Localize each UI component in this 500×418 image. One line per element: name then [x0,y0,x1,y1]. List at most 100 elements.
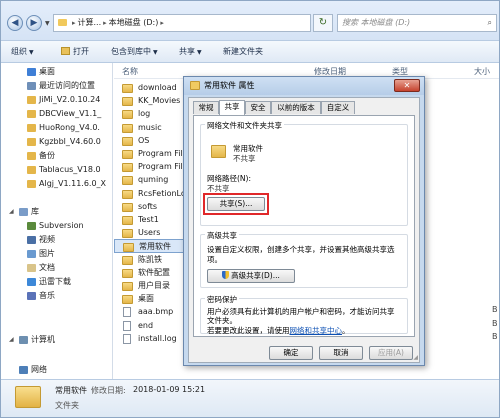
column-name[interactable]: 名称 [122,66,138,77]
apply-button[interactable]: 应用(A) [369,346,413,360]
recent-pages-chevron-icon[interactable]: ▼ [45,20,50,27]
tab-general[interactable]: 常规 [193,101,219,114]
network-sharing-center-link[interactable]: 网络和共享中心 [290,326,343,335]
advanced-sharing-group: 高级共享 设置自定义权限，创建多个共享，并设置其他高级共享选 项。 高级共享(D… [200,230,408,288]
command-bar: 组织 ▼ 打开 包含到库中 ▼ 共享 ▼ 新建文件夹 [1,41,499,63]
file-icon [123,320,131,331]
nav-computer[interactable]: ◢ 计算机 [1,333,112,347]
nav-lib-pictures[interactable]: 图片 [1,247,112,261]
status-date: 2018-01-09 15:21 [133,385,206,394]
nav-lib-documents[interactable]: 文档 [1,261,112,275]
picture-icon [27,250,36,258]
folder-icon [190,81,200,90]
status-date-label: 修改日期: [91,386,126,395]
share-label: 共享 [179,47,195,56]
video-icon [27,236,36,244]
nav-item-folder[interactable]: JiMi_V2.0.10.24 [1,93,112,107]
search-icon[interactable]: ⌕ [488,15,492,31]
dialog-title-bar[interactable]: 常用软件 属性 ✕ [184,77,424,95]
breadcrumb-drive[interactable]: 本地磁盘 (D:) [109,18,159,27]
folder-icon [58,19,67,26]
forward-button[interactable]: ▶ [26,15,42,31]
share-menu[interactable]: 共享 ▼ [179,46,202,57]
folder-icon [211,145,226,158]
nav-item-folder[interactable]: Kgzbbl_V4.60.0 [1,135,112,149]
navigation-pane: 桌面 最近访问的位置 JiMi_V2.0.10.24 DBCView_V1.1_… [1,63,113,379]
expand-triangle-icon[interactable]: ◢ [9,333,14,347]
nav-lib-subversion[interactable]: Subversion [1,219,112,233]
nav-item-folder[interactable]: DBCView_V1.1_ [1,107,112,121]
resize-grip-icon[interactable]: ◢ [413,354,418,361]
close-button[interactable]: ✕ [394,79,420,92]
address-input[interactable]: ▸ 计算... ▸ 本地磁盘 (D:) ▸ [53,14,311,32]
tab-customize[interactable]: 自定义 [321,101,355,114]
breadcrumb-computer[interactable]: 计算... [78,18,102,27]
folder-icon [122,97,133,107]
list-item-label: 陈凯铁 [138,254,162,264]
size-cell: B [492,318,498,328]
group-title: 网络文件和文件夹共享 [205,120,284,131]
nav-desktop[interactable]: 桌面 [1,65,112,79]
back-button[interactable]: ◀ [7,15,23,31]
password-change-suffix: 。 [342,326,350,335]
new-folder-button[interactable]: 新建文件夹 [223,46,263,57]
list-item-label: KK_Movies [138,96,181,106]
password-protection-group: 密码保护 用户必须具有此计算机的用户帐户和密码，才能访问共享 文件夹。 若要更改… [200,294,408,336]
cancel-button[interactable]: 取消 [319,346,363,360]
folder-icon [27,138,36,146]
list-item-label: softs [138,201,158,211]
folder-icon [27,180,36,188]
size-cell: B [492,305,498,315]
chevron-down-icon: ▼ [153,49,158,56]
nav-lib-thunder[interactable]: 迅雷下载 [1,275,112,289]
list-item-label: aaa.bmp [138,307,174,317]
open-button[interactable]: 打开 [61,46,89,57]
folder-icon [122,163,133,173]
nav-library[interactable]: ◢ 库 [1,205,112,219]
library-icon [19,208,28,216]
chevron-right-icon: ▸ [103,19,107,27]
network-sharing-group: 网络文件和文件夹共享 常用软件 不共享 网络路径(N): 不共享 共享(S)..… [200,120,408,226]
nav-item-folder[interactable]: HuoRong_V4.0. [1,121,112,135]
password-change-text: 若要更改此设置，请使用网络和共享中心。 [207,325,350,336]
list-item-label: quming [138,175,169,185]
file-icon [123,333,131,344]
advanced-description-line1: 设置自定义权限，创建多个共享，并设置其他高级共享选 [207,245,395,254]
nav-item-folder[interactable]: Algj_V1.11.6.0_X [1,177,112,191]
nav-lib-videos[interactable]: 视频 [1,233,112,247]
nav-item-folder[interactable]: 备份 [1,149,112,163]
nav-lib-music[interactable]: 音乐 [1,289,112,303]
folder-icon [122,136,133,146]
expand-triangle-icon[interactable]: ◢ [9,205,14,219]
nav-network[interactable]: 网络 [1,363,112,377]
list-item-label: 软件配置 [138,267,170,277]
refresh-button[interactable]: ↻ [313,14,333,32]
nav-recent[interactable]: 最近访问的位置 [1,79,112,93]
properties-dialog: 常用软件 属性 ✕ 常规 共享 安全 以前的版本 自定义 网络文件和文件夹共享 … [183,76,425,366]
search-input[interactable]: 搜索 本地磁盘 (D:) ⌕ [337,14,497,32]
chevron-right-icon: ▸ [160,19,164,27]
group-title: 密码保护 [205,294,239,305]
share-folder-state: 不共享 [233,154,256,163]
open-folder-icon [61,47,70,55]
subversion-icon [27,222,36,230]
include-library-menu[interactable]: 包含到库中 ▼ [111,46,158,57]
organize-menu[interactable]: 组织 ▼ [11,46,34,57]
ok-button[interactable]: 确定 [269,346,313,360]
folder-icon [122,282,133,291]
advanced-sharing-button[interactable]: 高级共享(D)... [207,269,295,283]
tab-previous-versions[interactable]: 以前的版本 [271,101,321,114]
tab-security[interactable]: 安全 [245,101,271,114]
nav-item-folder[interactable]: Tablacus_V18.0 [1,163,112,177]
tab-sharing[interactable]: 共享 [219,100,245,115]
dialog-footer: 确定 取消 应用(A) [189,342,419,362]
password-change-prefix: 若要更改此设置，请使用 [207,326,290,335]
column-size[interactable]: 大小 [474,66,490,77]
folder-icon [122,189,133,199]
folder-icon [27,124,36,132]
download-icon [27,278,36,286]
folder-icon [122,84,133,93]
recent-places-icon [27,82,36,90]
folder-icon [27,166,36,174]
details-pane: 常用软件 修改日期: 2018-01-09 15:21 文件夹 [1,379,499,417]
